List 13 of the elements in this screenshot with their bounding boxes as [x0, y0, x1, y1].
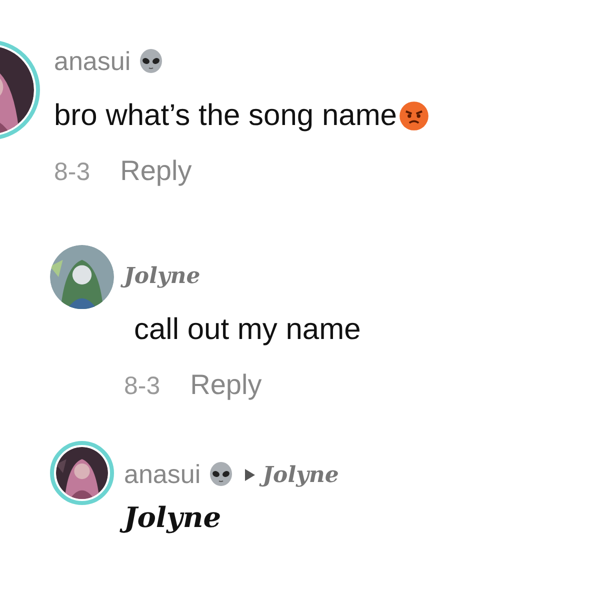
- comment-date: 8-3: [124, 372, 160, 401]
- reply-button[interactable]: Reply: [120, 155, 192, 187]
- triangle-icon: [244, 468, 255, 480]
- alien-icon: [138, 48, 163, 74]
- comment-date: 8-3: [54, 158, 90, 187]
- comment-text: call out my name: [134, 313, 361, 347]
- username[interactable]: anasui: [124, 459, 201, 490]
- comment-text: Jolyne: [116, 498, 228, 538]
- comment-text: bro what’s the song name: [54, 99, 397, 133]
- reply-button[interactable]: Reply: [190, 369, 262, 401]
- username[interactable]: anasui: [54, 46, 131, 77]
- angry-face-icon: [399, 101, 429, 131]
- alien-icon: [208, 462, 233, 488]
